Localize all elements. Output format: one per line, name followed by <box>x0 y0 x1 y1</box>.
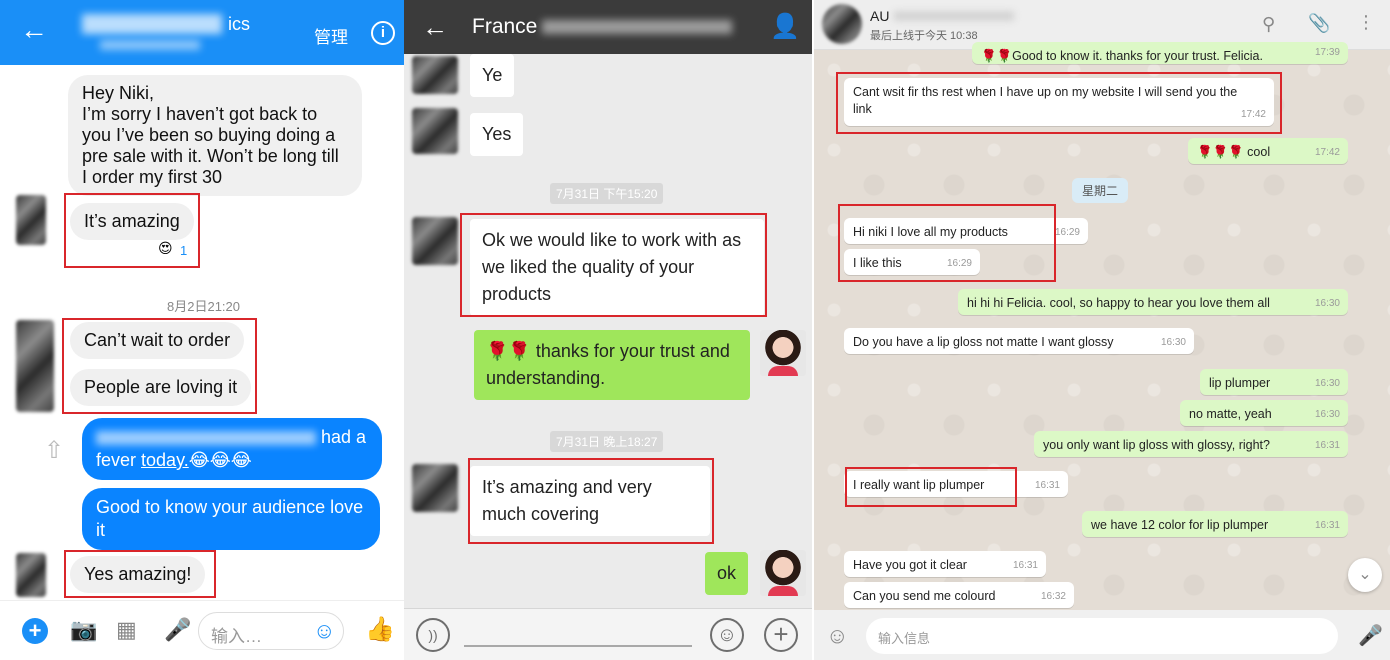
incoming-message: Ye <box>470 54 515 97</box>
message-input[interactable]: 输入信息 <box>866 618 1338 654</box>
highlight-box <box>838 204 1056 282</box>
message-timestamp: 7月31日 晚上18:27 <box>550 431 664 452</box>
message-timestamp: 8月2日21:20 <box>167 299 240 314</box>
emoji-icon[interactable]: ☺ <box>313 618 335 644</box>
composer-bar: + 📷 ▦ 🎤 输入… ☺ 👍 <box>0 600 404 660</box>
contact-name: ics <box>228 14 250 34</box>
plus-icon[interactable]: + <box>22 618 48 644</box>
chat-area: 🌹🌹Good to know it. thanks for your trust… <box>814 42 1390 610</box>
outgoing-message: 🌹🌹 thanks for your trust and understandi… <box>474 330 750 400</box>
incoming-message: Have you got it clear 16:31 <box>844 551 1046 577</box>
message-input[interactable] <box>464 645 692 647</box>
contact-name-blurred <box>82 14 222 34</box>
sender-avatar <box>412 464 458 512</box>
camera-icon[interactable]: 📷 <box>70 617 97 643</box>
outgoing-message: 🌹🌹Good to know it. thanks for your trust… <box>972 42 1348 64</box>
outgoing-message: 🌹🌹🌹 cool 17:42 <box>1188 138 1348 164</box>
outgoing-message: no matte, yeah 16:30 <box>1180 400 1348 426</box>
outgoing-message: hi hi hi Felicia. cool, so happy to hear… <box>958 289 1348 315</box>
composer-bar: )) ☺ + <box>404 608 812 660</box>
blurred-text <box>96 431 316 446</box>
my-avatar <box>760 550 806 596</box>
highlight-box <box>64 550 216 598</box>
image-icon[interactable]: ▦ <box>116 617 137 643</box>
back-arrow-icon[interactable]: ← <box>422 12 448 43</box>
whatsapp-panel: AU 最后上线于今天 10:38 ⚲ 📎 ⋮ 🌹🌹Good to know it… <box>814 0 1390 660</box>
outgoing-message: you only want lip gloss with glossy, rig… <box>1034 431 1348 457</box>
highlight-box <box>836 72 1282 134</box>
emoji-icon[interactable]: ☺ <box>710 618 744 652</box>
highlight-box <box>460 213 767 317</box>
menu-dots-icon[interactable]: ⋮ <box>1357 12 1375 33</box>
sender-avatar <box>16 320 54 412</box>
info-icon[interactable]: i <box>371 21 395 45</box>
incoming-message: Can you send me colourd 16:32 <box>844 582 1074 608</box>
emoji-icon[interactable]: ☺ <box>826 623 848 649</box>
sender-avatar <box>412 56 458 94</box>
highlight-box <box>845 467 1017 507</box>
contact-profile-icon[interactable]: 👤 <box>770 12 800 41</box>
admin-button[interactable]: 管理 <box>314 23 348 48</box>
outgoing-message: Good to know your audience love it <box>82 488 380 550</box>
sender-avatar <box>16 553 46 597</box>
sender-avatar <box>16 195 46 245</box>
microphone-icon[interactable]: 🎤 <box>164 617 191 643</box>
highlight-box <box>64 193 200 268</box>
wechat-panel: ← France 👤 Ye Yes 7月31日 下午15:20 Ok we wo… <box>404 0 812 660</box>
link-text[interactable]: today. <box>141 450 189 470</box>
last-seen-status: 最后上线于今天 10:38 <box>870 30 978 42</box>
wechat-header: ← France 👤 <box>404 0 812 54</box>
search-icon[interactable]: ⚲ <box>1262 14 1275 35</box>
microphone-icon[interactable]: 🎤 <box>1358 623 1383 648</box>
contact-sub-blurred <box>100 40 200 50</box>
plus-icon[interactable]: + <box>764 618 798 652</box>
contact-avatar[interactable] <box>822 4 862 44</box>
scroll-down-button[interactable]: ⌄ <box>1348 558 1382 592</box>
messenger-panel: ← ics 管理 i Hey Niki, I’m sorry I haven’t… <box>0 0 404 660</box>
outgoing-message: lip plumper 16:30 <box>1200 369 1348 395</box>
my-avatar <box>760 330 806 376</box>
incoming-message: Do you have a lip gloss not matte I want… <box>844 328 1194 354</box>
contact-name-blurred <box>894 12 1014 20</box>
back-arrow-icon[interactable]: ← <box>20 16 48 44</box>
contact-name: France <box>472 15 538 38</box>
incoming-message: Yes <box>470 113 524 156</box>
day-label: 星期二 <box>1072 178 1129 203</box>
incoming-message: Hey Niki, I’m sorry I haven’t got back t… <box>68 75 362 196</box>
highlight-box <box>62 318 257 414</box>
outgoing-message: ok <box>705 552 749 595</box>
outgoing-message: had a fever today.😂😂😂 <box>82 418 382 480</box>
message-timestamp: 7月31日 下午15:20 <box>550 183 664 204</box>
highlight-box <box>468 458 714 544</box>
outgoing-message: we have 12 color for lip plumper 16:31 <box>1082 511 1348 537</box>
messenger-header: ← ics 管理 i <box>0 0 404 65</box>
message-input[interactable]: 输入… ☺ <box>198 612 344 650</box>
rose-emoji: 🌹🌹 <box>486 341 531 361</box>
composer-bar: ☺ 输入信息 🎤 <box>814 610 1390 660</box>
contact-name-blurred <box>542 20 732 34</box>
sender-avatar <box>412 217 458 265</box>
sender-avatar <box>412 108 458 154</box>
voice-toggle-icon[interactable]: )) <box>416 618 450 652</box>
thumbs-up-icon[interactable]: 👍 <box>365 615 395 644</box>
share-icon[interactable]: ⇧ <box>44 436 64 465</box>
attach-icon[interactable]: 📎 <box>1308 13 1330 34</box>
contact-name: AU <box>870 8 890 24</box>
